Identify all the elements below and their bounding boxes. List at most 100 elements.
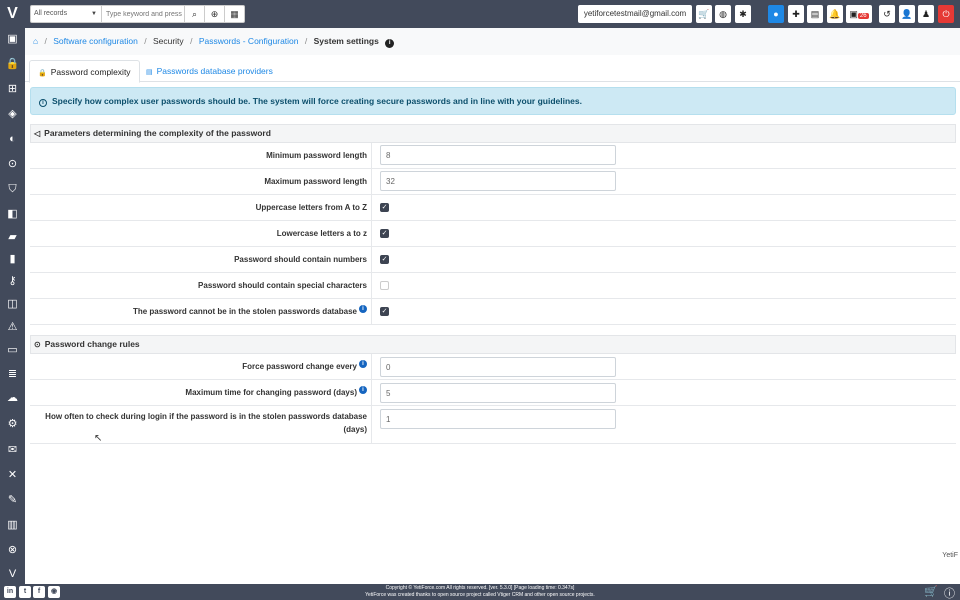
yetiforce-logo[interactable]: V [0, 0, 25, 28]
check-frequency-input[interactable] [380, 409, 616, 429]
max-change-time-input[interactable] [380, 383, 616, 403]
dashboard-icon[interactable]: ▣ [4, 31, 21, 48]
field-label: Maximum time for changing password (days… [185, 388, 357, 397]
tab-passwords-database-providers[interactable]: ▤ Passwords database providers [138, 60, 281, 83]
user-email-button[interactable]: yetiforcetestmail@gmail.com [578, 5, 692, 23]
left-sidebar: ▣ 🔒 ⊞ ◈ ◐ ⊙ ⛉ ◧ ▰ ▮ ⚷ ◫ ⚠ ▭ ≣ ☁ ⚙ ✉ ✕ ✎ … [0, 28, 25, 584]
server-icon[interactable]: ≣ [4, 366, 21, 383]
edit-document-icon[interactable]: ✎ [4, 492, 21, 509]
cube-icon[interactable]: ◈ [4, 106, 21, 123]
yetiforce-small-logo[interactable]: V [4, 566, 21, 583]
module-icon[interactable]: ◧ [4, 206, 21, 223]
tab-password-complexity[interactable]: 🔒 Password complexity [29, 60, 140, 83]
info-circle-icon: i [39, 99, 47, 107]
chat-icon: ● [773, 9, 779, 19]
info-icon[interactable]: ⓘ [944, 585, 955, 600]
search-group: All records ▼ ⌕ ⊕ ▦ [30, 5, 245, 23]
chat-button[interactable]: ● [768, 5, 784, 23]
field-label: The password cannot be in the stolen pas… [132, 307, 357, 316]
database-icon: ▤ [146, 69, 153, 76]
bug-icon: ✱ [739, 9, 747, 19]
search-grid-button[interactable]: ▦ [225, 5, 245, 23]
field-label: Lowercase letters a to z [30, 221, 372, 246]
field-label: Password should contain numbers [30, 247, 372, 272]
user-settings-button[interactable]: 👤 [899, 5, 915, 23]
chevron-down-icon: ▼ [91, 11, 97, 17]
cart-icon[interactable]: 🛒 [924, 585, 938, 598]
tools-icon[interactable]: ✕ [4, 467, 21, 484]
grid-icon: ▦ [230, 9, 239, 19]
info-icon[interactable]: i [359, 305, 367, 313]
info-alert: i Specify how complex user passwords shou… [30, 87, 956, 115]
tab-bar: 🔒 Password complexity ▤ Passwords database… [25, 58, 960, 83]
key-icon[interactable]: ⚷ [4, 273, 21, 290]
alert-text: Specify how complex user passwords shoul… [52, 96, 582, 106]
calendar-reminders-button[interactable]: ▣ 26 [846, 5, 872, 23]
stolen-db-checkbox[interactable]: ✓ [380, 307, 389, 316]
shield-icon[interactable]: ⛉ [4, 181, 21, 198]
max-length-input[interactable] [380, 171, 616, 191]
chevron-circle-icon: ⊙ [34, 340, 41, 349]
breadcrumb-passwords-configuration[interactable]: Passwords - Configuration [199, 36, 299, 46]
tab-label: Passwords database providers [156, 66, 273, 76]
breadcrumb: ⌂ / Software configuration / Security / … [25, 28, 960, 55]
briefcase-icon[interactable]: ▰ [4, 229, 21, 246]
monitor-icon[interactable]: ▭ [4, 342, 21, 359]
notifications-button[interactable]: 🔔 [827, 5, 843, 23]
search-plus-icon[interactable]: ⊙ [4, 156, 21, 173]
close-circle-icon[interactable]: ⊗ [4, 542, 21, 559]
bug-button[interactable]: ✱ [735, 5, 751, 23]
palette-icon[interactable]: ◐ [4, 131, 21, 148]
history-icon: ↺ [883, 9, 891, 19]
row-force-change: Force password change every i [30, 354, 956, 380]
document-icon[interactable]: ▥ [4, 517, 21, 534]
cart-button[interactable]: 🛒 [696, 5, 712, 23]
info-icon[interactable]: i [359, 360, 367, 368]
search-scope-label: All records [34, 10, 68, 17]
uppercase-checkbox[interactable]: ✓ [380, 203, 389, 212]
gear-icon[interactable]: ⚙ [4, 416, 21, 433]
advanced-search-button[interactable]: ⊕ [205, 5, 225, 23]
field-label: Uppercase letters from A to Z [30, 195, 372, 220]
sitemap-icon[interactable]: ⊞ [4, 81, 21, 98]
mail-settings-icon[interactable]: ✉ [4, 442, 21, 459]
notebook-icon: ▤ [810, 9, 820, 19]
bullhorn-icon: ◁ [34, 129, 41, 138]
min-length-input[interactable] [380, 145, 616, 165]
lock-icon: 🔒 [38, 70, 47, 77]
section-change-rules-header: ⊙ Password change rules [30, 335, 956, 354]
lowercase-checkbox[interactable]: ✓ [380, 229, 389, 238]
numbers-checkbox[interactable]: ✓ [380, 255, 389, 264]
top-bar: V All records ▼ ⌕ ⊕ ▦ yetiforcetestmail@… [0, 0, 960, 28]
quick-create-button[interactable]: ✚ [788, 5, 804, 23]
globe-button[interactable]: ◍ [715, 5, 731, 23]
package-icon[interactable]: ◫ [4, 296, 21, 313]
notes-button[interactable]: ▤ [807, 5, 823, 23]
lock-icon[interactable]: 🔒 [4, 56, 21, 73]
footer-line-1: Copyright © YetiForce.com All rights res… [385, 585, 575, 591]
search-scope-select[interactable]: All records ▼ [30, 5, 102, 23]
search-button[interactable]: ⌕ [185, 5, 205, 23]
logout-button[interactable]: ⏻ [938, 5, 954, 23]
info-icon[interactable]: i [385, 39, 395, 48]
calendar-icon: ▣ [849, 9, 858, 19]
field-label: Maximum password length [30, 169, 372, 194]
force-change-input[interactable] [380, 357, 616, 377]
info-icon[interactable]: i [359, 386, 367, 394]
user-profile-button[interactable]: ♟ [918, 5, 934, 23]
special-chars-checkbox[interactable] [380, 281, 389, 290]
warning-icon[interactable]: ⚠ [4, 319, 21, 336]
cloud-icon[interactable]: ☁ [4, 390, 21, 407]
breadcrumb-software-configuration[interactable]: Software configuration [53, 36, 138, 46]
row-min-length: Minimum password length [30, 143, 956, 169]
row-max-change-time: Maximum time for changing password (days… [30, 380, 956, 406]
row-check-frequency: How often to check during login if the p… [30, 406, 956, 444]
history-button[interactable]: ↺ [879, 5, 895, 23]
home-icon[interactable]: ⌂ [33, 36, 38, 46]
suitcase-icon[interactable]: ▮ [4, 251, 21, 268]
row-lowercase: Lowercase letters a to z ✓ [30, 221, 956, 247]
search-input[interactable] [102, 5, 185, 23]
plus-icon: ✚ [792, 9, 800, 19]
row-special-chars: Password should contain special characte… [30, 273, 956, 299]
brand-corner-text: YetiF [942, 552, 958, 559]
